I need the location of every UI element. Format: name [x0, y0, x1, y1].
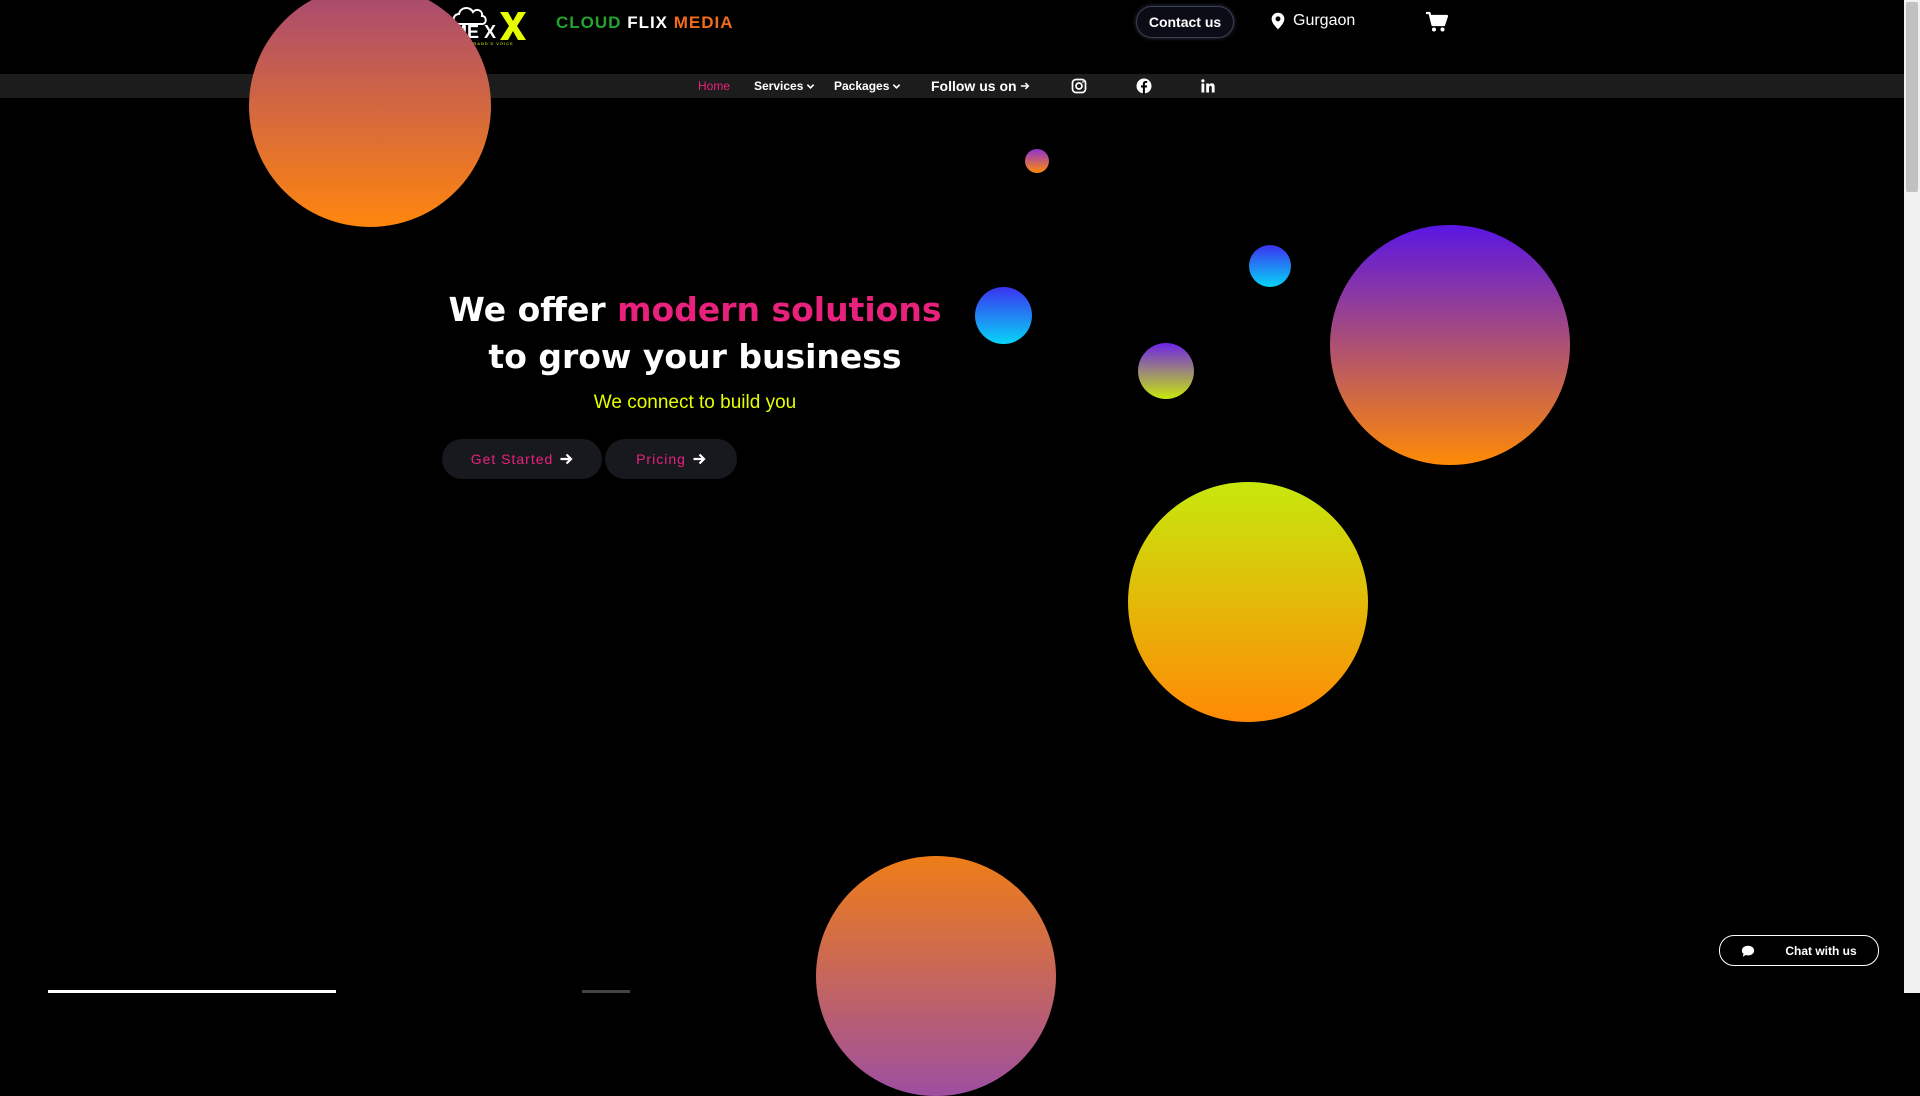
location[interactable]: Gurgaon [1269, 9, 1355, 33]
nav-packages[interactable]: Packages [834, 74, 901, 98]
scrollbar-thumb[interactable] [1906, 2, 1918, 192]
nav-home[interactable]: Home [698, 74, 730, 98]
cart-icon[interactable] [1425, 10, 1449, 34]
nav-home-label: Home [698, 79, 731, 93]
chat-bubble-icon [1742, 945, 1755, 957]
hero-headline-accent: modern solutions [617, 290, 942, 329]
arrow-right-icon [693, 453, 706, 465]
follow-us-text: Follow us on [931, 78, 1017, 94]
decorative-circle [1025, 149, 1049, 173]
brand-word-flix: FLIX [627, 13, 669, 32]
facebook-icon[interactable] [1136, 78, 1152, 94]
nav-services-label: Services [754, 79, 804, 93]
pricing-button[interactable]: Pricing [605, 439, 737, 479]
hero-subheadline: We connect to build you [593, 392, 797, 413]
brand-word-cloud: CLOUD [556, 13, 622, 32]
instagram-icon[interactable] [1071, 78, 1087, 94]
location-label: Gurgaon [1293, 12, 1356, 29]
brand-word-media: MEDIA [673, 13, 734, 32]
decorative-circle [975, 287, 1032, 344]
follow-us-label: Follow us on [931, 74, 1030, 98]
hero-headline: We offer modern solutions to grow your b… [430, 286, 960, 380]
chat-with-us-button[interactable]: Chat with us [1719, 935, 1879, 966]
brand-name[interactable]: CLOUD FLIX MEDIA [556, 13, 734, 33]
decorative-circle [1249, 245, 1291, 287]
hero-headline-part2: to grow your business [488, 337, 902, 376]
decorative-circle [1330, 225, 1570, 465]
pricing-label: Pricing [636, 451, 686, 467]
nav-services[interactable]: Services [754, 74, 815, 98]
get-started-label: Get Started [470, 451, 554, 467]
get-started-button[interactable]: Get Started [442, 439, 602, 479]
decorative-circle [816, 856, 1056, 1096]
chat-with-us-label: Chat with us [1785, 943, 1857, 958]
decorative-circle [249, 0, 491, 227]
chevron-down-icon [807, 83, 815, 89]
chevron-down-icon [893, 83, 901, 89]
location-pin-icon [1271, 12, 1285, 30]
arrow-right-icon [560, 453, 573, 465]
contact-us-button[interactable]: Contact us [1136, 6, 1234, 38]
nav-packages-label: Packages [834, 79, 890, 93]
decorative-circle [1138, 343, 1194, 399]
linkedin-icon[interactable] [1200, 78, 1216, 94]
decorative-circle [1128, 482, 1368, 722]
hero-headline-part1: We offer [448, 290, 606, 329]
arrow-right-icon [1020, 82, 1029, 90]
